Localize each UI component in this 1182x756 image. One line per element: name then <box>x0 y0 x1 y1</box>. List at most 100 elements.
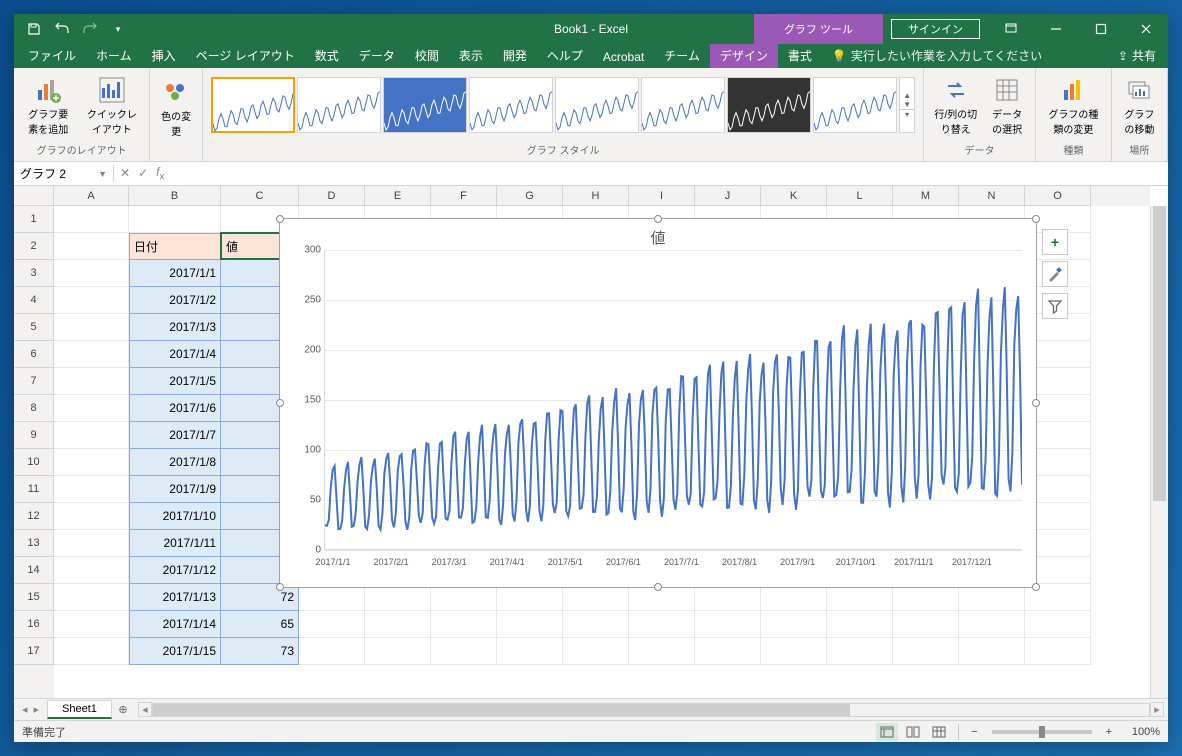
chart-style-6[interactable] <box>641 77 725 133</box>
chart-style-5[interactable] <box>555 77 639 133</box>
chart-style-1[interactable] <box>211 77 295 133</box>
cell-B17[interactable]: 2017/1/15 <box>129 638 221 665</box>
col-header-B[interactable]: B <box>129 186 221 206</box>
cell-B14[interactable]: 2017/1/12 <box>129 557 221 584</box>
col-header-D[interactable]: D <box>299 186 365 206</box>
maximize-icon[interactable] <box>1078 14 1123 44</box>
redo-icon[interactable] <box>78 17 102 41</box>
page-break-view-button[interactable] <box>928 723 950 741</box>
row-header-2[interactable]: 2 <box>14 233 54 260</box>
col-header-O[interactable]: O <box>1025 186 1091 206</box>
row-header-6[interactable]: 6 <box>14 341 54 368</box>
row-header-13[interactable]: 13 <box>14 530 54 557</box>
cell-C17[interactable]: 73 <box>221 638 299 665</box>
chart-filters-button[interactable] <box>1042 293 1068 319</box>
switch-rowcol-button[interactable]: 行/列の切り替え <box>930 72 981 138</box>
cell-B15[interactable]: 2017/1/13 <box>129 584 221 611</box>
chart-handle-s[interactable] <box>654 583 662 591</box>
chart-plot-area[interactable]: 0501001502002503002017/1/12017/2/12017/3… <box>324 250 1022 550</box>
cell-B13[interactable]: 2017/1/11 <box>129 530 221 557</box>
tab-formulas[interactable]: 数式 <box>305 43 349 68</box>
col-header-A[interactable]: A <box>54 186 129 206</box>
chart-line-series[interactable] <box>325 287 1022 530</box>
undo-icon[interactable] <box>50 17 74 41</box>
chart-style-2[interactable] <box>297 77 381 133</box>
share-button[interactable]: ⇪ 共有 <box>1106 43 1168 68</box>
row-header-12[interactable]: 12 <box>14 503 54 530</box>
tab-design[interactable]: デザイン <box>710 43 778 68</box>
minimize-icon[interactable] <box>1033 14 1078 44</box>
tab-acrobat[interactable]: Acrobat <box>593 46 654 68</box>
cell-B3[interactable]: 2017/1/1 <box>129 260 221 287</box>
row-header-16[interactable]: 16 <box>14 611 54 638</box>
tab-team[interactable]: チーム <box>654 43 710 68</box>
worksheet-grid[interactable]: ABCDEFGHIJKLMNO 123456789101112131415161… <box>14 186 1168 698</box>
save-icon[interactable] <box>22 17 46 41</box>
quick-layout-button[interactable]: クイックレイアウト <box>81 72 144 138</box>
cell-B6[interactable]: 2017/1/4 <box>129 341 221 368</box>
sheet-tab[interactable]: Sheet1 <box>47 700 112 719</box>
horizontal-scrollbar[interactable]: ◂ ▸ <box>138 702 1164 717</box>
new-sheet-button[interactable]: ⊕ <box>112 699 134 721</box>
chart-handle-nw[interactable] <box>276 215 284 223</box>
chart-handle-e[interactable] <box>1032 399 1040 407</box>
sheet-nav[interactable]: ◂▸ <box>14 703 47 716</box>
chart-style-3[interactable] <box>383 77 467 133</box>
zoom-in-button[interactable]: + <box>1102 726 1116 738</box>
row-header-3[interactable]: 3 <box>14 260 54 287</box>
hscroll-thumb[interactable] <box>153 704 850 716</box>
col-header-F[interactable]: F <box>431 186 497 206</box>
col-header-J[interactable]: J <box>695 186 761 206</box>
tab-review[interactable]: 校閲 <box>405 43 449 68</box>
add-chart-element-button[interactable]: グラフ要素を追加 <box>20 72 77 138</box>
select-data-button[interactable]: データの選択 <box>985 72 1029 138</box>
tab-help[interactable]: ヘルプ <box>537 43 593 68</box>
row-header-10[interactable]: 10 <box>14 449 54 476</box>
cell-B9[interactable]: 2017/1/7 <box>129 422 221 449</box>
zoom-slider-thumb[interactable] <box>1039 726 1045 738</box>
zoom-slider[interactable] <box>992 730 1092 734</box>
zoom-out-button[interactable]: − <box>967 726 981 738</box>
tab-pagelayout[interactable]: ページ レイアウト <box>186 43 305 68</box>
ribbon-options-icon[interactable] <box>988 14 1033 44</box>
row-header-9[interactable]: 9 <box>14 422 54 449</box>
col-header-K[interactable]: K <box>761 186 827 206</box>
row-header-14[interactable]: 14 <box>14 557 54 584</box>
row-header-8[interactable]: 8 <box>14 395 54 422</box>
page-layout-view-button[interactable] <box>902 723 924 741</box>
row-header-5[interactable]: 5 <box>14 314 54 341</box>
col-header-L[interactable]: L <box>827 186 893 206</box>
cell-C15[interactable]: 72 <box>221 584 299 611</box>
name-box[interactable]: グラフ 2 ▼ <box>14 165 114 182</box>
chart-title[interactable]: 値 <box>280 219 1036 250</box>
cell-B10[interactable]: 2017/1/8 <box>129 449 221 476</box>
chart-style-8[interactable] <box>813 77 897 133</box>
col-header-E[interactable]: E <box>365 186 431 206</box>
change-chart-type-button[interactable]: グラフの種類の変更 <box>1042 72 1105 138</box>
chart-handle-w[interactable] <box>276 399 284 407</box>
chart-styles-more-button[interactable]: ▲▼▾ <box>899 77 915 133</box>
enter-formula-icon[interactable]: ✓ <box>138 166 148 180</box>
tab-data[interactable]: データ <box>349 43 405 68</box>
col-header-N[interactable]: N <box>959 186 1025 206</box>
cell-B5[interactable]: 2017/1/3 <box>129 314 221 341</box>
row-header-11[interactable]: 11 <box>14 476 54 503</box>
chart-handle-sw[interactable] <box>276 583 284 591</box>
tab-insert[interactable]: 挿入 <box>142 43 186 68</box>
change-colors-button[interactable]: 色の変更 <box>156 74 196 140</box>
signin-button[interactable]: サインイン <box>891 19 980 39</box>
tab-view[interactable]: 表示 <box>449 43 493 68</box>
col-header-M[interactable]: M <box>893 186 959 206</box>
tab-developer[interactable]: 開発 <box>493 43 537 68</box>
vertical-scrollbar[interactable] <box>1150 206 1168 698</box>
chart-style-4[interactable] <box>469 77 553 133</box>
cell-B7[interactable]: 2017/1/5 <box>129 368 221 395</box>
tab-file[interactable]: ファイル <box>18 43 86 68</box>
chart-handle-ne[interactable] <box>1032 215 1040 223</box>
row-header-1[interactable]: 1 <box>14 206 54 233</box>
cell-C16[interactable]: 65 <box>221 611 299 638</box>
chart-handle-se[interactable] <box>1032 583 1040 591</box>
chart-styles-button[interactable] <box>1042 261 1068 287</box>
select-all-corner[interactable] <box>14 186 54 206</box>
row-header-4[interactable]: 4 <box>14 287 54 314</box>
